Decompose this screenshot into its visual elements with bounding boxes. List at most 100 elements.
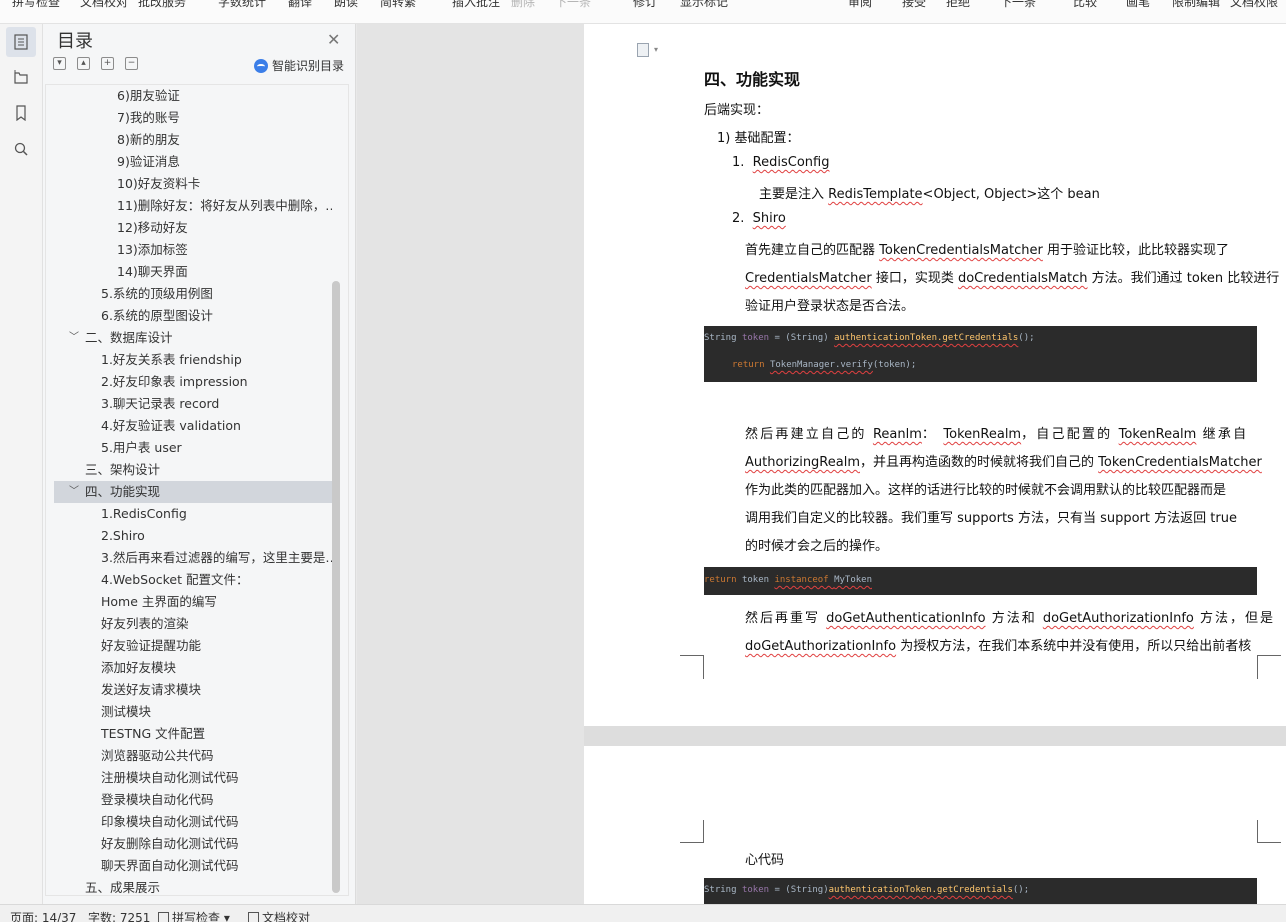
toc-item[interactable]: 浏览器驱动公共代码 <box>54 745 332 767</box>
toc-item[interactable]: 5.用户表 user <box>54 437 332 459</box>
toc-item[interactable]: 1.好友关系表 friendship <box>54 349 332 371</box>
chevron-down-icon[interactable]: ﹀ <box>69 481 79 503</box>
page-gap <box>584 726 1286 746</box>
paragraph-line: 调用我们自定义的比较器。我们重写 supports 方法，只有当 support… <box>745 511 1237 526</box>
toc-item[interactable]: 7)我的账号 <box>54 107 332 129</box>
toc-item[interactable]: ﹀ 二、数据库设计 <box>54 327 332 349</box>
toc-item[interactable]: 6.系统的原型图设计 <box>54 305 332 327</box>
toc-item[interactable]: 五、成果展示 <box>54 877 332 895</box>
code-block: return token instanceof MyToken <box>704 567 1257 595</box>
toc-item[interactable]: 登录模块自动化代码 <box>54 789 332 811</box>
toc-item-label: 聊天界面自动化测试代码 <box>101 858 239 873</box>
toc-item[interactable]: 好友列表的渲染 <box>54 613 332 635</box>
toc-item-label: 发送好友请求模块 <box>101 682 202 697</box>
toc-scrollbar[interactable] <box>332 281 340 893</box>
close-icon[interactable]: ✕ <box>327 30 340 49</box>
toc-item[interactable]: 三、架构设计 <box>54 459 332 481</box>
paragraph-line: 验证用户登录状态是否合法。 <box>745 299 915 314</box>
remove-heading-icon[interactable]: − <box>125 57 138 70</box>
crop-mark <box>680 842 704 864</box>
ribbon-button[interactable]: 修订 <box>633 0 657 10</box>
toc-item[interactable]: 添加好友模块 <box>54 657 332 679</box>
toc-item[interactable]: 5.系统的顶级用例图 <box>54 283 332 305</box>
code-line: return token instanceof MyToken <box>704 575 872 585</box>
toc-item[interactable]: 11)删除好友：将好友从列表中删除，… <box>54 195 332 217</box>
ribbon-button[interactable]: 删除 <box>511 0 535 10</box>
toc-item-label: 3.聊天记录表 record <box>101 396 220 411</box>
ribbon-button[interactable]: 拼写检查 <box>12 0 60 10</box>
search-icon[interactable] <box>6 134 36 164</box>
add-heading-icon[interactable]: + <box>101 57 114 70</box>
ribbon-button[interactable]: 翻译 <box>288 0 312 10</box>
toc-item[interactable]: 3.聊天记录表 record <box>54 393 332 415</box>
expand-down-icon[interactable]: ▾ <box>53 57 66 70</box>
toc-item-label: 五、成果展示 <box>85 880 161 895</box>
page-options-icon[interactable] <box>637 43 649 57</box>
ribbon-button[interactable]: 拒绝 <box>946 0 970 10</box>
toc-item[interactable]: 印象模块自动化测试代码 <box>54 811 332 833</box>
bookmark-icon[interactable] <box>6 98 36 128</box>
toc-item[interactable]: 4.WebSocket 配置文件： <box>54 569 332 591</box>
ribbon-button[interactable]: 下一条 <box>1000 0 1036 10</box>
toc-item[interactable]: 14)聊天界面 <box>54 261 332 283</box>
smart-toc-button[interactable]: 智能识别目录 <box>254 57 344 74</box>
toc-item[interactable]: 好友删除自动化测试代码 <box>54 833 332 855</box>
nav-title: 目录 <box>57 31 93 52</box>
toc-item-label: 测试模块 <box>101 704 152 719</box>
ribbon-button[interactable]: 下一条 <box>555 0 591 10</box>
ribbon-button[interactable]: 插入批注 <box>452 0 500 10</box>
ribbon-button[interactable]: 文档校对 <box>80 0 128 10</box>
toc-item[interactable]: 测试模块 <box>54 701 332 723</box>
navigation-pane: 目录 ✕ ▾ ▴ + − 智能识别目录 6)朋友验证 7)我的账号 8)新的朋友 9)… <box>43 24 356 904</box>
toc-item[interactable]: Home 主界面的编写 <box>54 591 332 613</box>
toc-item-label: 1.RedisConfig <box>101 506 187 521</box>
ribbon-button[interactable]: 审阅 <box>848 0 872 10</box>
ribbon-button[interactable]: 接受 <box>902 0 926 10</box>
toc-item[interactable]: 1.RedisConfig <box>54 503 332 525</box>
page-indicator[interactable]: 页面: 14/37 <box>10 909 76 922</box>
toc-item-label: 4.WebSocket 配置文件： <box>101 572 249 587</box>
crop-mark <box>1257 820 1279 842</box>
toc-item[interactable]: 好友验证提醒功能 <box>54 635 332 657</box>
toc-item[interactable]: ﹀ 四、功能实现 <box>54 481 332 503</box>
toc-item-label: 4.好友验证表 validation <box>101 418 241 433</box>
ribbon-button[interactable]: 简转繁 <box>380 0 416 10</box>
ribbon-button[interactable]: 朗读 <box>334 0 358 10</box>
ribbon-button[interactable]: 限制编辑 <box>1172 0 1220 10</box>
toc-item[interactable]: 6)朋友验证 <box>54 85 332 107</box>
toc-item[interactable]: 3.然后再来看过滤器的编写，这里主要是… <box>54 547 332 569</box>
spell-check-toggle[interactable]: 拼写检查 ▾ <box>158 909 230 922</box>
chevron-down-icon[interactable]: ﹀ <box>69 327 79 349</box>
ribbon-button[interactable]: 字数统计 <box>218 0 266 10</box>
toc-item[interactable]: 聊天界面自动化测试代码 <box>54 855 332 877</box>
document-area: ▾ 四、功能实现 后端实现： 1) 基础配置： 1. RedisConfig 主… <box>357 24 1286 904</box>
ribbon-button[interactable]: 批改服务 <box>138 0 186 10</box>
code-block: String token = (String) authenticationTo… <box>704 326 1257 382</box>
toc-item[interactable]: 发送好友请求模块 <box>54 679 332 701</box>
toc-item[interactable]: 注册模块自动化测试代码 <box>54 767 332 789</box>
ribbon-button[interactable]: 显示标记 <box>680 0 728 10</box>
toc-item[interactable]: 4.好友验证表 validation <box>54 415 332 437</box>
toc-item[interactable]: 13)添加标签 <box>54 239 332 261</box>
nav-toolbar: ▾ ▴ + − <box>53 57 138 70</box>
toc-item[interactable]: TESTNG 文件配置 <box>54 723 332 745</box>
folder-icon[interactable] <box>6 62 36 92</box>
document-page: ▾ 四、功能实现 后端实现： 1) 基础配置： 1. RedisConfig 主… <box>584 24 1286 726</box>
toc-item[interactable]: 9)验证消息 <box>54 151 332 173</box>
toc-item[interactable]: 8)新的朋友 <box>54 129 332 151</box>
toc-icon[interactable] <box>6 27 36 57</box>
collapse-up-icon[interactable]: ▴ <box>77 57 90 70</box>
proofread-toggle[interactable]: 文档校对 <box>248 909 310 922</box>
toc-item[interactable]: 10)好友资料卡 <box>54 173 332 195</box>
paragraph-line: 作为此类的匹配器加入。这样的话进行比较的时候就不会调用默认的比较匹配器而是 <box>745 483 1227 498</box>
ribbon-button[interactable]: 文档权限 <box>1230 0 1278 10</box>
toc-item-label: 印象模块自动化测试代码 <box>101 814 239 829</box>
ribbon-button[interactable]: 画笔 <box>1126 0 1150 10</box>
ribbon-button[interactable]: 比较 <box>1073 0 1097 10</box>
crop-mark <box>1257 842 1281 864</box>
toc-item[interactable]: 2.Shiro <box>54 525 332 547</box>
toc-item[interactable]: 12)移动好友 <box>54 217 332 239</box>
toc-item[interactable]: 2.好友印象表 impression <box>54 371 332 393</box>
redis-desc: 主要是注入 RedisTemplate<Object, Object>这个 be… <box>759 187 1100 202</box>
word-count[interactable]: 字数: 7251 <box>88 909 150 922</box>
